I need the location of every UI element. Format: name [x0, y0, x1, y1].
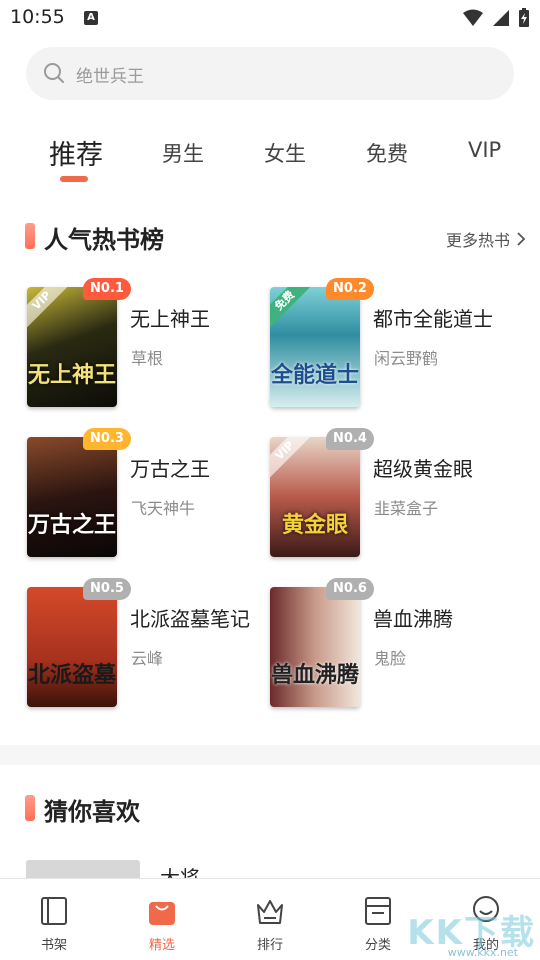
search-icon — [44, 63, 64, 83]
book-item[interactable]: 免费 全能道士 N0.2 都市全能道士 闲云野鹤 — [270, 278, 510, 407]
cover-title-art: 黄金眼 — [281, 512, 348, 538]
book-author: 草根 — [131, 349, 164, 368]
vip-tag: VIP — [270, 437, 313, 479]
rank-badge: N0.4 — [326, 428, 374, 450]
rank-badge: N0.1 — [83, 278, 131, 300]
wifi-icon — [463, 9, 483, 26]
battery-icon — [519, 8, 529, 27]
search-placeholder: 绝世兵王 — [76, 67, 144, 87]
book-item[interactable]: VIP 黄金眼 N0.4 超级黄金眼 韭菜盒子 — [270, 428, 510, 557]
bookshelf-icon — [41, 897, 67, 925]
book-title: 无上神王 — [130, 307, 210, 331]
book-title: 都市全能道士 — [373, 307, 493, 331]
book-item[interactable]: VIP 无上神王 N0.1 无上神王 草根 — [27, 278, 267, 407]
section-accent-bar — [25, 795, 35, 821]
signal-icon — [493, 10, 509, 26]
book-cover[interactable]: 万古之王 — [27, 437, 117, 557]
status-icons — [462, 8, 530, 28]
tab-indicator — [60, 176, 88, 182]
book-title[interactable]: 大将 — [160, 862, 200, 878]
rank-badge: N0.3 — [83, 428, 131, 450]
rank-badge: N0.2 — [326, 278, 374, 300]
book-cover[interactable]: VIP 无上神王 — [27, 287, 117, 407]
category-icon — [365, 897, 391, 925]
book-item[interactable]: 兽血沸腾 N0.6 兽血沸腾 鬼脸 — [270, 578, 510, 707]
vip-tag: VIP — [27, 287, 70, 329]
tab-recommend[interactable]: 推荐 — [49, 133, 103, 172]
nav-featured[interactable]: 精选 — [108, 879, 216, 960]
tab-male[interactable]: 男生 — [162, 138, 204, 168]
cover-title-art: 全能道士 — [270, 362, 359, 388]
book-title: 兽血沸腾 — [373, 607, 453, 631]
cover-title-art: 无上神王 — [27, 362, 116, 388]
book-item[interactable]: 北派盗墓 N0.5 北派盗墓笔记 云峰 — [27, 578, 267, 707]
section-title-guess: 猜你喜欢 — [44, 798, 140, 826]
book-cover[interactable]: 北派盗墓 — [27, 587, 117, 707]
more-link-label: 更多热书 — [445, 231, 510, 250]
nav-label: 排行 — [256, 938, 283, 953]
free-tag: 免费 — [270, 287, 313, 329]
book-cover[interactable]: VIP 黄金眼 — [270, 437, 360, 557]
nav-bookshelf[interactable]: 书架 — [0, 879, 108, 960]
more-hot-books-link[interactable]: 更多热书 — [446, 227, 526, 251]
section-divider — [0, 745, 540, 765]
tab-female[interactable]: 女生 — [264, 138, 306, 168]
tab-vip[interactable]: VIP — [468, 138, 501, 162]
crown-icon — [257, 900, 283, 924]
cover-title-art: 北派盗墓 — [27, 662, 116, 688]
book-title: 万古之王 — [130, 457, 210, 481]
book-author: 云峰 — [131, 649, 164, 668]
book-cover[interactable]: 免费 全能道士 — [270, 287, 360, 407]
book-title: 北派盗墓笔记 — [130, 607, 250, 631]
search-input[interactable]: 绝世兵王 — [26, 47, 514, 100]
shopping-bag-icon — [149, 902, 175, 925]
book-author: 闲云野鹤 — [374, 349, 439, 368]
section-accent-bar — [25, 223, 35, 249]
book-cover[interactable]: 兽血沸腾 — [270, 587, 360, 707]
watermark-url: www.kkx.net — [447, 946, 518, 959]
tab-free[interactable]: 免费 — [366, 138, 408, 168]
rank-badge: N0.6 — [326, 578, 374, 600]
chevron-right-icon — [517, 232, 526, 246]
category-tabs: 推荐 男生 女生 免费 VIP — [0, 130, 540, 190]
book-author: 飞天神牛 — [131, 499, 196, 518]
status-time: 10:55 — [10, 6, 65, 28]
nav-ranking[interactable]: 排行 — [216, 879, 324, 960]
book-cover[interactable] — [26, 860, 140, 880]
notification-icon: A — [84, 11, 98, 25]
rank-badge: N0.5 — [83, 578, 131, 600]
book-title: 超级黄金眼 — [373, 457, 473, 481]
nav-label: 书架 — [40, 938, 67, 953]
cover-title-art: 兽血沸腾 — [270, 662, 359, 688]
book-author: 韭菜盒子 — [374, 499, 439, 518]
book-author: 鬼脸 — [374, 649, 407, 668]
nav-label: 精选 — [148, 938, 175, 953]
cover-title-art: 万古之王 — [27, 512, 116, 538]
section-title-hot: 人气热书榜 — [44, 226, 164, 254]
status-bar: 10:55 A — [0, 0, 540, 36]
book-item[interactable]: 万古之王 N0.3 万古之王 飞天神牛 — [27, 428, 267, 557]
